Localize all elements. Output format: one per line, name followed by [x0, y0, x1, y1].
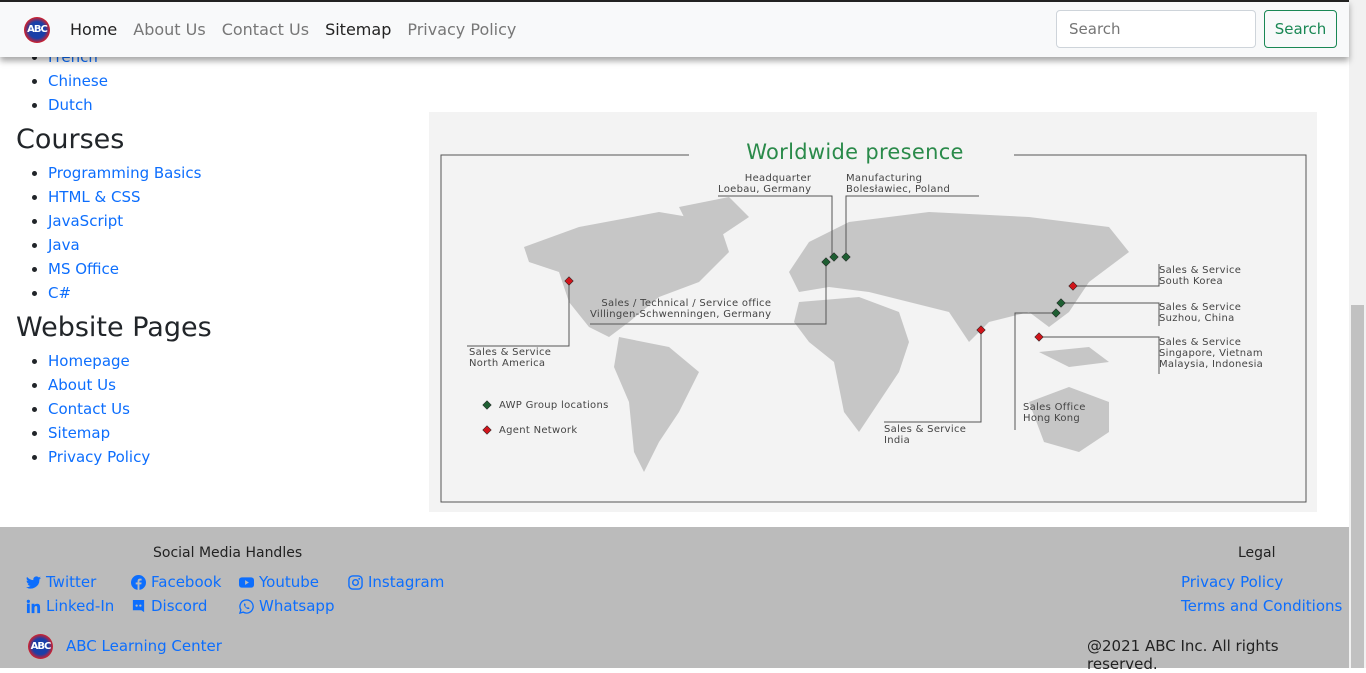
pages-list: Homepage About Us Contact Us Sitemap Pri… — [16, 349, 416, 469]
course-link[interactable]: Java — [48, 236, 80, 254]
label-tech: Sales / Technical / Service office Villin… — [590, 298, 772, 320]
label-kr: Sales & Service South Korea — [1159, 265, 1242, 287]
legal-heading: Legal — [1238, 545, 1276, 561]
page-link[interactable]: Sitemap — [48, 424, 110, 442]
label-sea: Sales & Service Singapore, Vietnam Malaysi… — [1159, 337, 1264, 370]
course-link[interactable]: HTML & CSS — [48, 188, 141, 206]
course-link[interactable]: MS Office — [48, 260, 119, 278]
label-mfg: Manufacturing Bolesławiec, Poland — [846, 173, 951, 195]
worldwide-presence-map: Worldwide presence Headquarter Loebau, Ge… — [429, 112, 1317, 512]
youtube-icon — [239, 576, 254, 588]
footer: Social Media Handles Twitter Facebook Yo… — [0, 527, 1349, 673]
legend-agent: Agent Network — [499, 425, 578, 436]
brand-link[interactable]: ABC Learning Center — [66, 637, 222, 655]
label-hk: Sales Office Hong Kong — [1023, 402, 1086, 424]
nav-home[interactable]: Home — [70, 20, 117, 39]
map-title: Worldwide presence — [746, 140, 964, 164]
logo[interactable]: ABC — [24, 16, 50, 43]
footer-logo[interactable]: ABC — [28, 634, 53, 659]
social-heading: Social Media Handles — [153, 545, 303, 561]
nav-contact[interactable]: Contact Us — [222, 20, 309, 39]
whatsapp-icon — [239, 598, 254, 614]
facebook-link[interactable]: Facebook — [131, 573, 221, 591]
facebook-icon — [131, 574, 146, 590]
course-link[interactable]: C# — [48, 284, 71, 302]
youtube-link[interactable]: Youtube — [239, 573, 319, 591]
search-button[interactable]: Search — [1264, 10, 1337, 48]
twitter-icon — [26, 575, 41, 589]
nav-about[interactable]: About Us — [133, 20, 205, 39]
page-link[interactable]: Homepage — [48, 352, 130, 370]
pages-heading: Website Pages — [16, 312, 212, 343]
page-link[interactable]: About Us — [48, 376, 116, 394]
twitter-link[interactable]: Twitter — [26, 573, 96, 591]
page-link[interactable]: Contact Us — [48, 400, 130, 418]
legend-group: AWP Group locations — [499, 400, 609, 411]
content-column: French Chinese Dutch Courses Programming… — [16, 45, 416, 469]
search-input[interactable] — [1056, 10, 1256, 48]
label-na: Sales & Service North America — [469, 347, 552, 369]
course-link[interactable]: Programming Basics — [48, 164, 201, 182]
navbar: ABC Home About Us Contact Us Sitemap Pri… — [0, 0, 1349, 57]
nav-sitemap[interactable]: Sitemap — [325, 20, 391, 39]
page-link[interactable]: Privacy Policy — [48, 448, 150, 466]
discord-icon — [132, 599, 145, 612]
nav-privacy[interactable]: Privacy Policy — [407, 20, 516, 39]
instagram-link[interactable]: Instagram — [348, 573, 444, 591]
instagram-icon — [348, 574, 363, 590]
course-link[interactable]: JavaScript — [48, 212, 123, 230]
legal-privacy-link[interactable]: Privacy Policy — [1181, 573, 1283, 591]
label-india: Sales & Service India — [884, 424, 967, 446]
label-hq: Headquarter Loebau, Germany — [718, 173, 812, 195]
courses-list: Programming Basics HTML & CSS JavaScript… — [16, 161, 416, 305]
scrollbar-thumb[interactable] — [1351, 305, 1364, 668]
label-suzhou: Sales & Service Suzhou, China — [1159, 302, 1242, 324]
courses-heading: Courses — [16, 124, 125, 155]
linkedin-icon — [26, 599, 41, 613]
linkedin-link[interactable]: Linked-In — [26, 597, 114, 615]
legal-terms-link[interactable]: Terms and Conditions — [1181, 597, 1342, 615]
discord-link[interactable]: Discord — [131, 597, 207, 615]
whatsapp-link[interactable]: Whatsapp — [239, 597, 334, 615]
link-dutch[interactable]: Dutch — [48, 96, 93, 114]
link-chinese[interactable]: Chinese — [48, 72, 108, 90]
